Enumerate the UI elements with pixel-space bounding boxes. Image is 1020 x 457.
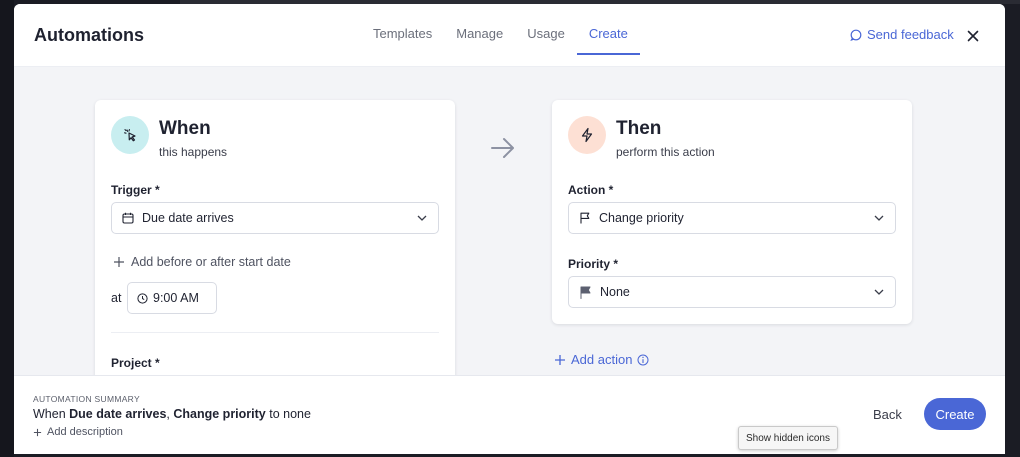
tab-manage[interactable]: Manage bbox=[444, 4, 515, 67]
close-icon bbox=[967, 30, 979, 42]
tab-bar: Templates Manage Usage Create bbox=[361, 4, 640, 67]
tab-create[interactable]: Create bbox=[576, 4, 640, 67]
chevron-down-icon bbox=[874, 215, 884, 221]
summary-suffix: to none bbox=[265, 407, 311, 421]
priority-label: Priority * bbox=[568, 257, 619, 271]
close-button[interactable] bbox=[962, 25, 984, 47]
add-offset-label: Add before or after start date bbox=[131, 255, 291, 269]
action-value: Change priority bbox=[599, 211, 684, 225]
add-offset-button[interactable]: Add before or after start date bbox=[113, 255, 291, 269]
cursor-click-icon bbox=[111, 116, 149, 154]
show-hidden-icons-tooltip: Show hidden icons bbox=[738, 426, 838, 450]
then-heading: Then bbox=[616, 118, 662, 139]
modal-footer: AUTOMATION SUMMARY When Due date arrives… bbox=[14, 375, 1005, 454]
send-feedback-link[interactable]: Send feedback bbox=[850, 27, 954, 42]
plus-icon bbox=[555, 354, 565, 365]
summary-action: Change priority bbox=[173, 407, 266, 421]
lightning-icon bbox=[568, 116, 606, 154]
then-subheading: perform this action bbox=[616, 145, 715, 159]
at-label: at bbox=[111, 291, 122, 305]
action-select[interactable]: Change priority bbox=[568, 202, 896, 234]
back-button[interactable]: Back bbox=[865, 401, 910, 427]
summary-trigger: Due date arrives bbox=[69, 407, 167, 421]
plus-icon bbox=[114, 257, 124, 267]
section-divider bbox=[111, 332, 439, 333]
modal-title: Automations bbox=[34, 25, 144, 45]
send-feedback-label: Send feedback bbox=[867, 27, 954, 42]
modal-header: Automations Templates Manage Usage Creat… bbox=[14, 4, 1005, 67]
tab-templates[interactable]: Templates bbox=[361, 4, 444, 67]
add-description-button[interactable]: Add description bbox=[33, 426, 123, 438]
add-description-label: Add description bbox=[47, 426, 123, 438]
add-action-label: Add action bbox=[571, 352, 633, 367]
trigger-label: Trigger * bbox=[111, 183, 160, 197]
priority-value: None bbox=[600, 285, 630, 299]
create-button[interactable]: Create bbox=[924, 398, 986, 430]
project-label: Project * bbox=[111, 356, 160, 370]
time-picker[interactable]: 9:00 AM bbox=[127, 282, 217, 314]
arrow-right-icon bbox=[490, 137, 516, 164]
then-card: Then perform this action Action * Change… bbox=[552, 100, 912, 324]
when-heading: When bbox=[159, 118, 211, 139]
trigger-value: Due date arrives bbox=[142, 211, 234, 225]
summary-prefix: When bbox=[33, 407, 70, 421]
info-icon[interactable] bbox=[637, 354, 649, 366]
chat-bubble-icon bbox=[850, 29, 862, 41]
summary-caption: AUTOMATION SUMMARY bbox=[33, 394, 140, 404]
time-value: 9:00 AM bbox=[153, 291, 199, 305]
action-label: Action * bbox=[568, 183, 614, 197]
flag-filled-icon bbox=[580, 286, 591, 299]
clock-icon bbox=[137, 292, 148, 304]
when-card: When this happens Trigger * Due date arr… bbox=[95, 100, 455, 375]
add-action-button[interactable]: Add action bbox=[554, 352, 649, 367]
priority-select[interactable]: None bbox=[568, 276, 896, 308]
flag-outline-icon bbox=[580, 212, 590, 224]
when-subheading: this happens bbox=[159, 145, 228, 159]
chevron-down-icon bbox=[417, 215, 427, 221]
trigger-select[interactable]: Due date arrives bbox=[111, 202, 439, 234]
automations-modal: Automations Templates Manage Usage Creat… bbox=[14, 4, 1005, 454]
plus-icon bbox=[33, 428, 42, 436]
automation-builder-canvas: When this happens Trigger * Due date arr… bbox=[14, 67, 1005, 375]
automation-summary: When Due date arrives, Change priority t… bbox=[33, 407, 311, 421]
calendar-icon bbox=[122, 212, 134, 224]
chevron-down-icon bbox=[874, 289, 884, 295]
tab-usage[interactable]: Usage bbox=[515, 4, 577, 67]
desktop-backdrop bbox=[0, 0, 14, 457]
